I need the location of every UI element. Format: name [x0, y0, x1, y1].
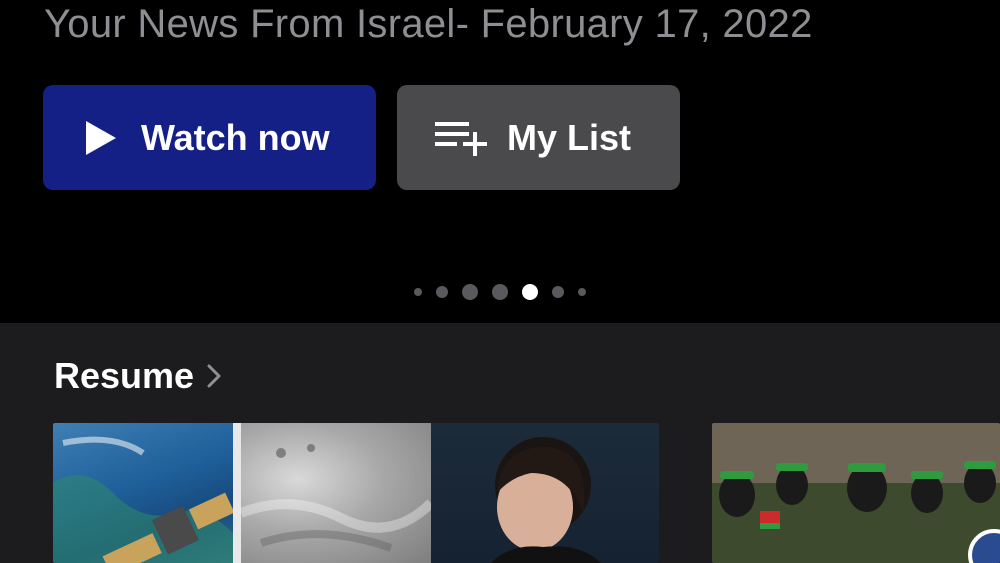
- hero-title: Your News From Israel- February 17, 2022: [44, 2, 813, 46]
- resume-header[interactable]: Resume: [54, 355, 222, 397]
- page-indicator[interactable]: [0, 283, 1000, 301]
- page-dot[interactable]: [414, 288, 422, 296]
- resume-thumbnail-crowd[interactable]: [712, 423, 1000, 563]
- my-list-label: My List: [507, 116, 632, 158]
- watch-now-label: Watch now: [141, 116, 330, 158]
- watch-now-button[interactable]: Watch now: [43, 85, 376, 190]
- page-dot[interactable]: [462, 284, 478, 300]
- page-dot[interactable]: [492, 284, 508, 300]
- pane-divider: [233, 423, 241, 563]
- resume-section: Resume: [0, 323, 1000, 563]
- page-dot[interactable]: [436, 286, 448, 298]
- presenter-image: [431, 423, 659, 563]
- play-icon: [83, 118, 119, 158]
- my-list-button[interactable]: My List: [397, 85, 680, 190]
- grayscale-map-image: [239, 423, 435, 563]
- resume-title: Resume: [54, 355, 195, 396]
- page-dot-active[interactable]: [522, 284, 538, 300]
- page-dot[interactable]: [552, 286, 564, 298]
- playlist-add-icon: [435, 118, 491, 158]
- satellite-image: [53, 423, 235, 563]
- hero-banner: Your News From Israel- February 17, 2022…: [0, 0, 1000, 323]
- resume-thumbnail-news-panel[interactable]: [53, 423, 659, 563]
- chevron-right-icon: [206, 362, 222, 390]
- page-dot[interactable]: [578, 288, 586, 296]
